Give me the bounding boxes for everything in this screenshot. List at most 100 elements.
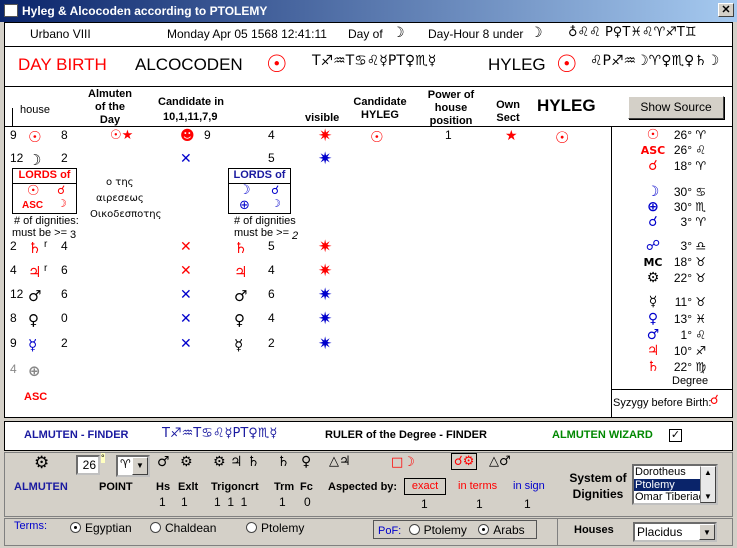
chevron-down-icon[interactable]: ▼: [132, 457, 148, 475]
candidate-planet-icon: ♀: [234, 311, 245, 329]
planet-icon: ⊕: [28, 362, 41, 380]
finder-glyphs: T♐♒T♋♌☿PT♀♏☿: [162, 426, 278, 441]
degree-value: 22°: [673, 360, 692, 374]
planet-icon: ♀: [647, 311, 659, 327]
house-number: 4: [10, 362, 17, 376]
glyph-string: ♁♌♌ P♀T♓♌♈♐T♊: [568, 25, 697, 40]
degree-label: Degree: [672, 375, 709, 387]
main-panel: [4, 22, 733, 418]
degree-value: 26°: [673, 128, 692, 142]
candidate-icon: ✕: [180, 239, 192, 255]
part-of-fortune-icon: ⊕: [239, 198, 250, 213]
sun-winged-icon: ☉: [266, 50, 288, 78]
terms-label: Terms:: [14, 520, 47, 532]
degree-value: 3°: [680, 239, 692, 253]
face-ruler-icon: ♀: [301, 454, 312, 470]
candidate-icon: ✕: [180, 311, 192, 327]
visible-star-icon: ✷: [318, 309, 333, 329]
exaltation-ruler-icon: ⚙: [180, 454, 193, 470]
houses-select[interactable]: Placidus ▼: [633, 522, 717, 542]
position-row: ☿ 11° ♉: [638, 294, 728, 310]
radio-icon[interactable]: [150, 522, 161, 533]
header-candidate-in: Candidate in: [158, 96, 225, 108]
hyleg-label: HYLEG: [488, 55, 546, 74]
exact-button[interactable]: exact: [404, 478, 446, 495]
pof-radio-ptolemy[interactable]: [408, 524, 420, 535]
degree-value: 18°: [673, 159, 692, 173]
greek-text: ο της: [106, 177, 134, 188]
min-dignities-value[interactable]: 3: [70, 229, 76, 241]
sign-icon: ♌: [695, 143, 707, 157]
visible-star-icon: ✷: [318, 261, 333, 281]
show-source-button[interactable]: Show Source: [628, 96, 724, 119]
position-row: ⊕ 30° ♏: [638, 199, 728, 215]
terms-radio-chaldean[interactable]: Chaldean: [150, 521, 216, 535]
sign-icon: ♉: [695, 271, 707, 285]
planet-icon: ♃: [28, 263, 42, 281]
header-power: Power of house position: [427, 89, 475, 127]
visible-star-icon: ✷: [318, 334, 333, 354]
sign-icon: ♎: [695, 239, 707, 253]
conjunction-sun-icon[interactable]: ☌⚙: [451, 453, 478, 470]
position-row: ☌ 3° ♈: [638, 214, 728, 230]
dignities-system-list[interactable]: Dorotheus Ptolemy Omar Tiberiac ▲ ▼: [632, 464, 718, 505]
trigoncrt-label: Trigoncrt: [211, 481, 259, 493]
position-row: ☍ 3° ♎: [638, 238, 728, 254]
sign-select[interactable]: ♈ ▼: [116, 455, 150, 477]
candidate-planet-icon: ♂: [234, 287, 248, 305]
min-dignities-value[interactable]: 2: [292, 230, 298, 242]
dignity-count: 6: [61, 263, 68, 277]
ruler-finder-button[interactable]: RULER of the Degree - FINDER: [325, 429, 487, 441]
house-number: 9: [10, 128, 17, 142]
moon-icon: ☽: [57, 197, 67, 210]
house-power: 1: [445, 128, 452, 142]
header-hyleg: HYLEG: [537, 96, 596, 115]
in-terms-label: in terms: [458, 480, 498, 492]
house-number: 9: [10, 336, 17, 350]
retrograde-mark: r: [44, 239, 48, 250]
trm-value: 1: [279, 495, 286, 509]
candidate-icon: ✕: [180, 287, 192, 303]
trigon-rulers-icons: ⚙ ♃ ♄: [213, 454, 260, 470]
system-of-dignities-label: System of Dignities: [569, 471, 627, 501]
planet-icon: ⚙: [646, 270, 660, 286]
moon-icon: ☽: [392, 25, 405, 41]
moon-icon: ☽: [239, 183, 251, 198]
almuten-wizard-checkbox[interactable]: ✓: [669, 429, 682, 442]
degree-mark: °: [101, 453, 105, 463]
sign-icon: ♉: [695, 295, 707, 309]
trigoncrt-values: 1 1 1: [214, 495, 248, 509]
radio-icon[interactable]: [70, 522, 81, 533]
planet-icon: ☿: [28, 336, 38, 354]
moon-icon: ☽: [271, 197, 281, 210]
terms-radio-ptolemy[interactable]: Ptolemy: [246, 521, 304, 535]
header-almuten-day: Almuten of the Day: [88, 88, 132, 126]
candidate-icon: ✕: [180, 336, 192, 352]
position-row: ☽ 30° ♋: [638, 184, 728, 200]
degree-value: 11°: [674, 295, 692, 309]
pof-radio-arabs[interactable]: [478, 524, 490, 535]
retrograde-mark: r: [44, 263, 48, 274]
almuten-label: ALMUTEN: [14, 481, 68, 493]
visible-star-icon: ✷: [318, 237, 333, 257]
position-row: MC 18° ♉: [638, 255, 728, 269]
planet-icon: ☽: [28, 151, 42, 169]
chevron-down-icon[interactable]: ▼: [699, 524, 715, 540]
close-button[interactable]: ✕: [718, 3, 734, 17]
scrollbar[interactable]: ▲ ▼: [700, 466, 716, 503]
almuten-finder-button[interactable]: ALMUTEN - FINDER: [24, 429, 129, 441]
terms-radio-egyptian[interactable]: Egyptian: [70, 521, 132, 535]
degree-value: 30°: [673, 200, 692, 214]
candidate-hyleg-icon: ☉: [370, 128, 384, 146]
candidate-dignities: 5: [268, 151, 275, 165]
planet-icon: ☽: [646, 184, 660, 200]
radio-label: Arabs: [493, 523, 525, 537]
alcocoden-glyphs: T♐♒T♋♌☿PT♀♏☿: [312, 53, 437, 69]
planet-icon: ☉: [28, 128, 42, 146]
sign-icon: ♏: [695, 200, 707, 214]
degree-input[interactable]: 26: [76, 455, 100, 475]
houses-value: Placidus: [637, 525, 683, 539]
pof-group: PoF: Ptolemy Arabs: [373, 520, 537, 539]
radio-icon[interactable]: [246, 522, 257, 533]
sign-icon: ♈: [695, 215, 707, 229]
